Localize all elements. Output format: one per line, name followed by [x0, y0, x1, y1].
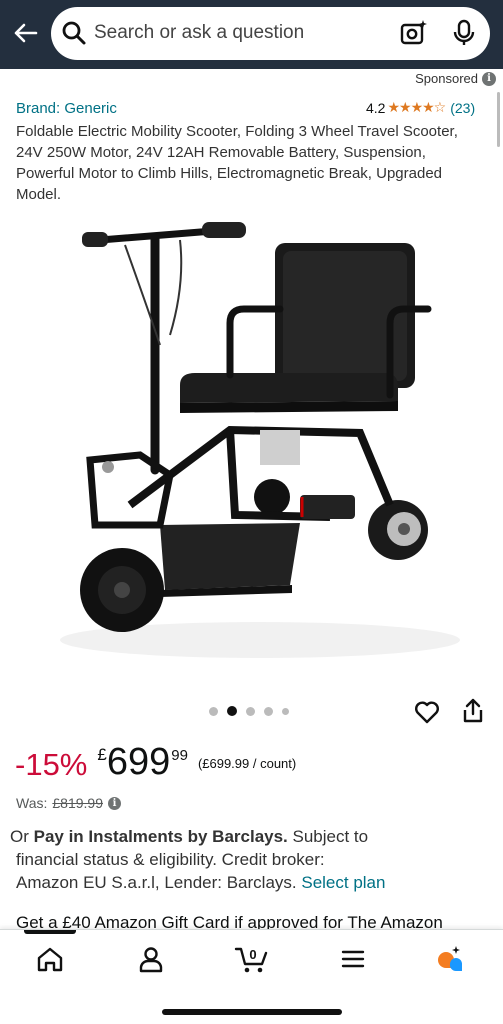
- was-price-value: £819.99: [52, 795, 103, 811]
- instal-line1: Subject to: [287, 827, 369, 846]
- account-icon[interactable]: [136, 944, 166, 974]
- microphone-icon[interactable]: [451, 19, 477, 47]
- product-image[interactable]: [30, 205, 480, 665]
- home-icon[interactable]: [35, 944, 65, 974]
- was-label: Was:: [16, 795, 48, 811]
- heart-icon[interactable]: [414, 699, 440, 725]
- instal-bold: Pay in Instalments by Barclays.: [33, 827, 288, 846]
- share-icon[interactable]: [461, 698, 485, 724]
- unit-price: (£699.99 / count): [197, 756, 297, 771]
- search-bar[interactable]: Search or ask a question: [51, 7, 490, 60]
- instalments-offer: Or Pay in Instalments by Barclays. Subje…: [10, 825, 480, 894]
- menu-icon[interactable]: [338, 944, 368, 974]
- was-price: Was: £819.99 i: [16, 795, 121, 811]
- info-icon[interactable]: i: [482, 71, 496, 86]
- discount-badge: -15%: [15, 747, 88, 782]
- cart-icon[interactable]: 0: [234, 944, 270, 974]
- rating-summary[interactable]: 4.2 ★★★★☆ (23): [366, 99, 475, 116]
- scrollbar[interactable]: [497, 92, 500, 147]
- price-fraction: 99: [171, 747, 188, 764]
- carousel-dot[interactable]: [246, 706, 255, 716]
- active-tab-indicator: [24, 930, 76, 934]
- cart-count: 0: [249, 947, 256, 962]
- sponsored-label[interactable]: Sponsored i: [415, 71, 496, 86]
- carousel-dot-active[interactable]: [227, 706, 237, 716]
- price-whole: 699: [106, 741, 171, 783]
- star-rating-icon: ★★★★☆: [387, 99, 446, 115]
- review-count-link[interactable]: (23): [450, 100, 475, 116]
- rating-value: 4.2: [366, 99, 386, 116]
- image-carousel-dots[interactable]: [209, 706, 289, 716]
- rufus-icon[interactable]: [434, 944, 464, 974]
- instal-line2: financial status & eligibility. Credit b…: [16, 850, 325, 869]
- carousel-dot[interactable]: [264, 706, 273, 716]
- carousel-dot[interactable]: [209, 706, 218, 716]
- select-plan-link[interactable]: Select plan: [301, 873, 385, 892]
- product-title: Foldable Electric Mobility Scooter, Fold…: [16, 123, 458, 203]
- home-indicator[interactable]: [162, 1009, 342, 1015]
- header-bar: Search or ask a question: [0, 0, 503, 69]
- search-input[interactable]: Search or ask a question: [94, 22, 304, 44]
- sponsored-text: Sponsored: [415, 71, 478, 86]
- carousel-dot[interactable]: [282, 707, 289, 715]
- price-currency: £: [97, 745, 107, 764]
- info-icon[interactable]: i: [107, 796, 121, 810]
- camera-icon[interactable]: [400, 19, 428, 47]
- instal-prefix: Or: [10, 827, 34, 846]
- instal-line3: Amazon EU S.a.r.l, Lender: Barclays.: [16, 873, 302, 892]
- price-block: -15% £ 699 99 (£699.99 / count): [15, 741, 296, 785]
- brand-link[interactable]: Brand: Generic: [16, 100, 117, 117]
- back-arrow-icon[interactable]: [10, 18, 40, 48]
- search-icon: [62, 21, 86, 45]
